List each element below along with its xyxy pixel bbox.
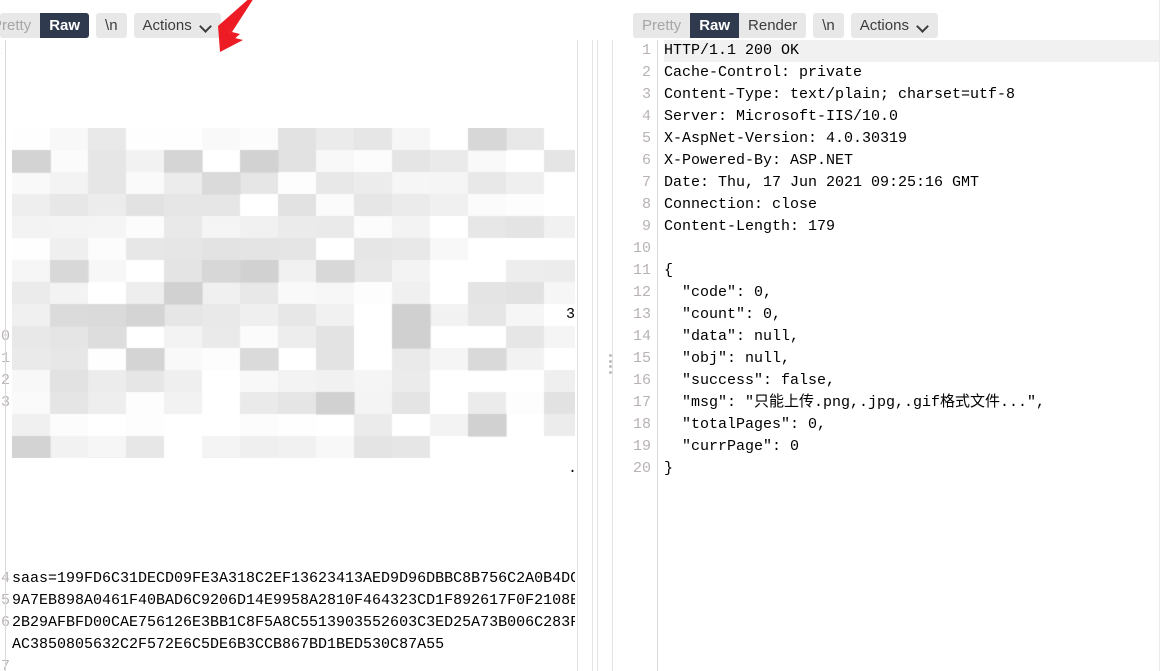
- response-line-numbers: 1 2 3 4 5 6 7 8 9 10 11 12 13 14 15 16 17 18 19 20: [625, 40, 658, 671]
- code-line[interactable]: {: [664, 260, 1169, 282]
- code-line[interactable]: 2B29AFBFD00CAE756126E3BB1C8F5A8C55139035…: [12, 612, 575, 634]
- code-line[interactable]: Server: Microsoft-IIS/10.0: [664, 106, 1169, 128]
- chevron-down-icon: [200, 22, 212, 29]
- code-line[interactable]: X-Powered-By: ASP.NET: [664, 150, 1169, 172]
- code-line[interactable]: 9A7EB898A0461F40BAD6C9206D14E9958A2810F4…: [12, 590, 575, 612]
- request-editor[interactable]: 123 45 678 910111213 141516 1718 39 .; P…: [0, 40, 575, 671]
- request-view-mode-group[interactable]: Pretty Raw: [0, 12, 90, 38]
- code-line[interactable]: saas=199FD6C31DECD09FE3A318C2EF13623413A…: [12, 568, 575, 590]
- code-line[interactable]: }: [664, 458, 1169, 480]
- response-newline-toggle[interactable]: \n: [813, 12, 844, 38]
- chevron-down-icon: [917, 22, 929, 29]
- line-number: 2: [641, 64, 651, 81]
- panel-divider[interactable]: [575, 0, 625, 671]
- request-actions-button[interactable]: Actions: [133, 12, 221, 38]
- code-line[interactable]: Date: Thu, 17 Jun 2021 09:25:16 GMT: [664, 172, 1169, 194]
- request-actions-label: Actions: [142, 16, 192, 34]
- line-number: 10: [632, 240, 651, 257]
- response-code-area[interactable]: HTTP/1.1 200 OK Cache-Control: private Con…: [658, 40, 1169, 671]
- line-number: 17: [632, 394, 651, 411]
- line-number: 9: [641, 218, 651, 235]
- code-line[interactable]: [12, 458, 575, 480]
- request-tab-raw[interactable]: Raw: [40, 12, 90, 38]
- window-scrollbar[interactable]: [1159, 0, 1169, 671]
- code-line[interactable]: "data": null,: [664, 326, 1169, 348]
- code-line[interactable]: [12, 502, 575, 524]
- line-number: 11: [632, 262, 651, 279]
- code-line[interactable]: Cache-Control: private: [664, 62, 1169, 84]
- code-line[interactable]: [12, 524, 575, 546]
- line-number: 13: [632, 306, 651, 323]
- response-toolbar: Pretty Raw Render \n Actions: [625, 0, 1169, 40]
- response-view-mode-group[interactable]: Pretty Raw Render: [633, 12, 807, 38]
- code-line[interactable]: X-AspNet-Version: 4.0.30319: [664, 128, 1169, 150]
- response-editor[interactable]: 1 2 3 4 5 6 7 8 9 10 11 12 13 14 15 16 17 18 19 20 HTTP/1.1…: [625, 40, 1169, 671]
- divider-drag-handle[interactable]: [609, 354, 613, 374]
- code-line[interactable]: Connection: close: [664, 194, 1169, 216]
- code-line[interactable]: "success": false,: [664, 370, 1169, 392]
- code-line[interactable]: "obj": null,: [664, 348, 1169, 370]
- line-number: 15: [632, 350, 651, 367]
- code-line[interactable]: "totalPages": 0,: [664, 414, 1169, 436]
- line-number: 18: [632, 416, 651, 433]
- code-line[interactable]: [12, 656, 575, 671]
- line-number: 16: [632, 372, 651, 389]
- request-tab-pretty[interactable]: Pretty: [0, 12, 41, 38]
- code-line[interactable]: [664, 238, 1169, 260]
- code-line[interactable]: Content-Length: 179: [664, 216, 1169, 238]
- line-number: 6: [641, 152, 651, 169]
- line-number: 1: [641, 42, 651, 59]
- response-actions-label: Actions: [859, 16, 909, 34]
- request-panel: Pretty Raw \n Actions 123 45 678 9101112…: [0, 0, 575, 671]
- response-actions-button[interactable]: Actions: [850, 12, 938, 38]
- line-number: 8: [641, 196, 651, 213]
- response-tab-pretty[interactable]: Pretty: [633, 12, 691, 38]
- code-line[interactable]: Content-Type: text/plain; charset=utf-8: [664, 84, 1169, 106]
- code-line[interactable]: AC3850805632C2F572E6C5DE6B3CCB867BD1BED5…: [12, 634, 575, 656]
- line-number: 14: [632, 328, 651, 345]
- mosaic-peek-39: 39: [566, 306, 575, 323]
- request-left-edge: [0, 40, 1, 671]
- code-line[interactable]: [12, 546, 575, 568]
- code-line[interactable]: HTTP/1.1 200 OK: [664, 40, 1169, 62]
- code-line[interactable]: "currPage": 0: [664, 436, 1169, 458]
- request-scrollbar-track[interactable]: [577, 40, 593, 671]
- mosaic-peek-semicolon: .;: [568, 458, 575, 480]
- line-number: 7: [641, 174, 651, 191]
- burp-message-viewer: Pretty Raw \n Actions 123 45 678 9101112…: [0, 0, 1169, 671]
- code-line[interactable]: [12, 480, 575, 502]
- line-number: 12: [632, 284, 651, 301]
- line-number: 5: [641, 130, 651, 147]
- line-number: 4: [641, 108, 651, 125]
- code-line[interactable]: "count": 0,: [664, 304, 1169, 326]
- redaction-mosaic: [12, 84, 575, 458]
- request-code-area[interactable]: 39 .; POST / UploadImg.cspx HTTP/1.1Host…: [6, 40, 575, 671]
- line-number: 19: [632, 438, 651, 455]
- response-tab-render[interactable]: Render: [739, 12, 807, 38]
- line-number: 20: [632, 460, 651, 477]
- response-tab-raw[interactable]: Raw: [690, 12, 740, 38]
- request-toolbar: Pretty Raw \n Actions: [0, 0, 575, 40]
- response-panel: Pretty Raw Render \n Actions 1 2 3 4 5 6 7 8 9 10…: [625, 0, 1169, 671]
- code-line[interactable]: "msg": "只能上传.png,.jpg,.gif格式文件...",: [664, 392, 1169, 414]
- request-newline-toggle[interactable]: \n: [96, 12, 127, 38]
- line-number: 3: [641, 86, 651, 103]
- code-line[interactable]: "code": 0,: [664, 282, 1169, 304]
